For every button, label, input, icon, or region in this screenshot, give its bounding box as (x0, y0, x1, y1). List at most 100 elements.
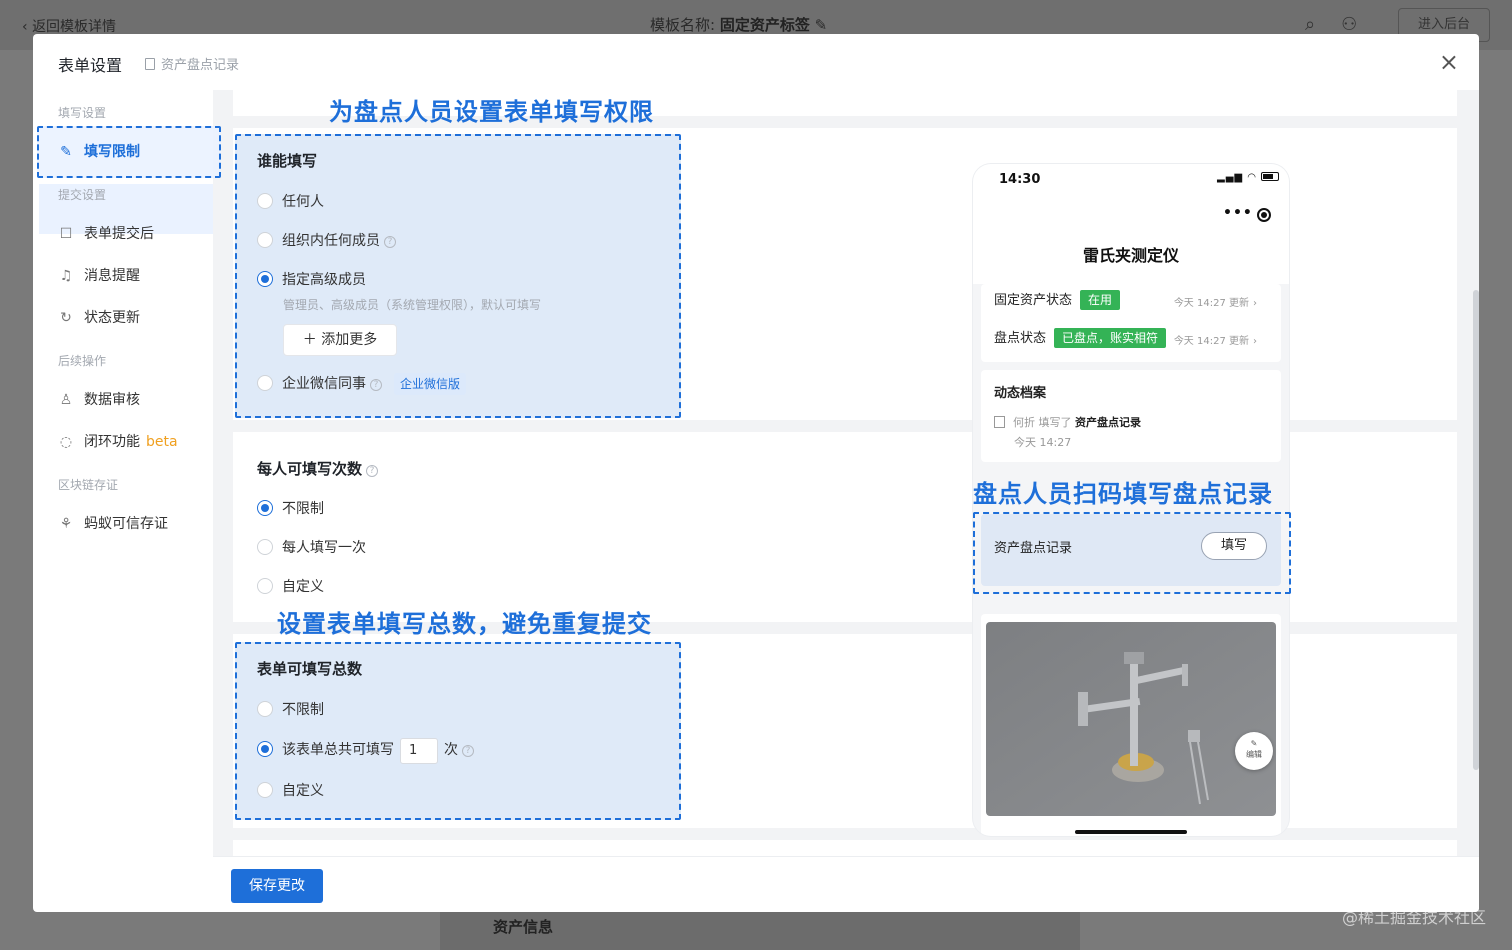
sidebar-item-notification[interactable]: ♫ 消息提醒 (58, 264, 140, 288)
radio-button-selected[interactable] (257, 271, 273, 287)
content-scrollbar[interactable] (1473, 290, 1479, 770)
log-record: 资产盘点记录 (1075, 416, 1141, 429)
option-label: 指定高级成员 (282, 272, 366, 288)
inventory-status-row[interactable]: 盘点状态 已盘点，账实相符 (994, 328, 1167, 350)
sidebar-item-ant-certify[interactable]: ⚘ 蚂蚁可信存证 (58, 512, 168, 536)
search-icon: ⌕ (1305, 14, 1342, 35)
radio-button[interactable] (257, 539, 273, 555)
save-changes-button[interactable]: 保存更改 (231, 869, 323, 903)
miniprogram-capsule[interactable]: ••• (1213, 202, 1279, 230)
dynamic-record-card: 动态档案 何折 填写了 资产盘点记录 今天 14:27 (981, 370, 1281, 462)
total-custom[interactable]: 自定义 (257, 780, 324, 802)
modal-header: 表单设置 资产盘点记录 × (33, 34, 1479, 90)
edit-button[interactable]: ✎ 编辑 (1235, 732, 1273, 770)
sidebar-item-data-review[interactable]: ♙ 数据审核 (58, 388, 140, 412)
radio-button[interactable] (257, 375, 273, 391)
radio-button[interactable] (257, 193, 273, 209)
radio-button[interactable] (257, 232, 273, 248)
radio-button[interactable] (257, 782, 273, 798)
background-section-title: 资产信息 (493, 918, 554, 936)
row-label: 固定资产状态 (994, 293, 1073, 308)
asset-photo (986, 622, 1276, 816)
per-person-custom[interactable]: 自定义 (257, 576, 324, 598)
per-person-once[interactable]: 每人填写一次 (257, 537, 366, 559)
signal-icon: ▂▄▆ (1217, 172, 1244, 183)
option-label: 组织内任何成员 (282, 233, 380, 249)
radio-button[interactable] (257, 701, 273, 717)
sidebar-item-label: 消息提醒 (84, 268, 140, 284)
close-icon[interactable]: × (1439, 50, 1459, 74)
option-anyone[interactable]: 任何人 (257, 191, 324, 213)
add-more-label: 添加更多 (321, 332, 378, 348)
radio-button-selected[interactable] (257, 500, 273, 516)
status-card: 固定资产状态 在用 今天 14:27 更新 › 盘点状态 已盘点，账实相符 今天 14… (981, 284, 1281, 362)
refresh-icon: ↻ (60, 310, 72, 326)
total-title: 表单可填写总数 (257, 660, 363, 678)
battery-icon (1261, 172, 1280, 181)
sidebar-item-status-update[interactable]: ↻ 状态更新 (58, 306, 140, 330)
chevron-right-icon: › (1253, 298, 1257, 309)
log-user: 何折 填写了 (1013, 416, 1072, 429)
status-tag: 已盘点，账实相符 (1054, 328, 1167, 348)
close-target-icon[interactable] (1257, 208, 1271, 222)
option-wecom-colleague[interactable]: 企业微信同事? 企业微信版 (257, 373, 467, 395)
edit-doc-icon (994, 416, 1005, 428)
total-limited[interactable]: 该表单总共可填写 1 次? (257, 738, 474, 764)
help-icon[interactable]: ? (384, 236, 396, 248)
senior-member-hint: 管理员、高级成员（系统管理权限），默认可填写 (283, 298, 542, 312)
updated-time: 今天 14:27 更新 (1173, 298, 1249, 309)
group-submit-settings: 提交设置 (58, 188, 107, 202)
loop-icon: ◌ (59, 434, 73, 450)
asset-status-row[interactable]: 固定资产状态 在用 (994, 290, 1121, 312)
wecom-edition-badge: 企业微信版 (394, 373, 467, 395)
log-time: 今天 14:27 (1014, 436, 1072, 449)
help-icon[interactable]: ? (370, 379, 382, 391)
home-indicator (1075, 830, 1187, 834)
per-person-unlimited[interactable]: 不限制 (257, 498, 324, 520)
phone-fill-highlight-box (973, 512, 1291, 594)
add-more-button[interactable]: ＋ 添加更多 (283, 324, 397, 356)
group-fill-settings: 填写设置 (58, 106, 107, 120)
annotation-permissions: 为盘点人员设置表单填写权限 (329, 98, 654, 126)
background-title: 模板名称: 固定资产标签 ✎ (650, 16, 828, 34)
phone-header: 14:30 ▂▄▆ ◠ ••• 雷氏夹测定仪 (973, 164, 1289, 284)
pencil-icon: ✎ (60, 144, 72, 160)
asset-photo-image (986, 622, 1276, 816)
group-after-actions: 后续操作 (58, 354, 107, 368)
chevron-right-icon: › (1253, 336, 1257, 347)
row-updated: 今天 14:27 更新 › (1174, 294, 1257, 309)
row-updated: 今天 14:27 更新 › (1174, 332, 1257, 347)
sidebar-item-fill-limit-highlighted[interactable]: ✎ 填写限制 (58, 140, 140, 164)
option-org-member[interactable]: 组织内任何成员? (257, 230, 396, 252)
sidebar-item-label: 填写限制 (84, 144, 140, 160)
sidebar-item-label: 数据审核 (84, 392, 140, 408)
total-unlimited[interactable]: 不限制 (257, 699, 324, 721)
sidebar-item-after-submit[interactable]: ☐ 表单提交后 (58, 222, 154, 246)
asset-title: 雷氏夹测定仪 (1082, 246, 1179, 265)
template-prefix: 模板名称: (650, 16, 716, 34)
back-label: 返回模板详情 (32, 19, 117, 35)
status-tag: 在用 (1080, 290, 1121, 310)
total-count-input[interactable]: 1 (400, 738, 438, 764)
plus-icon: ＋ (302, 332, 317, 348)
dynamic-record-title: 动态档案 (994, 386, 1047, 401)
help-icon[interactable]: ? (366, 465, 379, 477)
form-icon: ☐ (59, 226, 73, 242)
option-senior-member[interactable]: 指定高级成员 (257, 269, 366, 291)
row-label: 盘点状态 (994, 331, 1047, 346)
option-label: 每人填写一次 (282, 540, 366, 556)
option-label: 企业微信同事 (282, 376, 366, 392)
help-icon[interactable]: ? (462, 745, 474, 757)
sidebar-item-closed-loop[interactable]: ◌ 闭环功能 beta (58, 430, 178, 454)
beta-badge: beta (146, 434, 178, 450)
option-label: 自定义 (282, 783, 324, 799)
per-person-title: 每人可填写次数? (257, 458, 379, 479)
sidebar-item-label: 状态更新 (84, 310, 140, 326)
settings-sidebar: 填写设置 ✎填写限制 提交设置 ☐表单提交后 ♫消息提醒 ↻状态更新 后续操作 … (33, 90, 219, 912)
radio-button[interactable] (257, 578, 273, 594)
count-unit: 次 (444, 742, 458, 758)
radio-button-selected[interactable] (257, 741, 273, 757)
more-icon[interactable]: ••• (1223, 200, 1253, 226)
updated-time: 今天 14:27 更新 (1173, 336, 1249, 347)
sidebar-item-label: 蚂蚁可信存证 (84, 516, 168, 532)
